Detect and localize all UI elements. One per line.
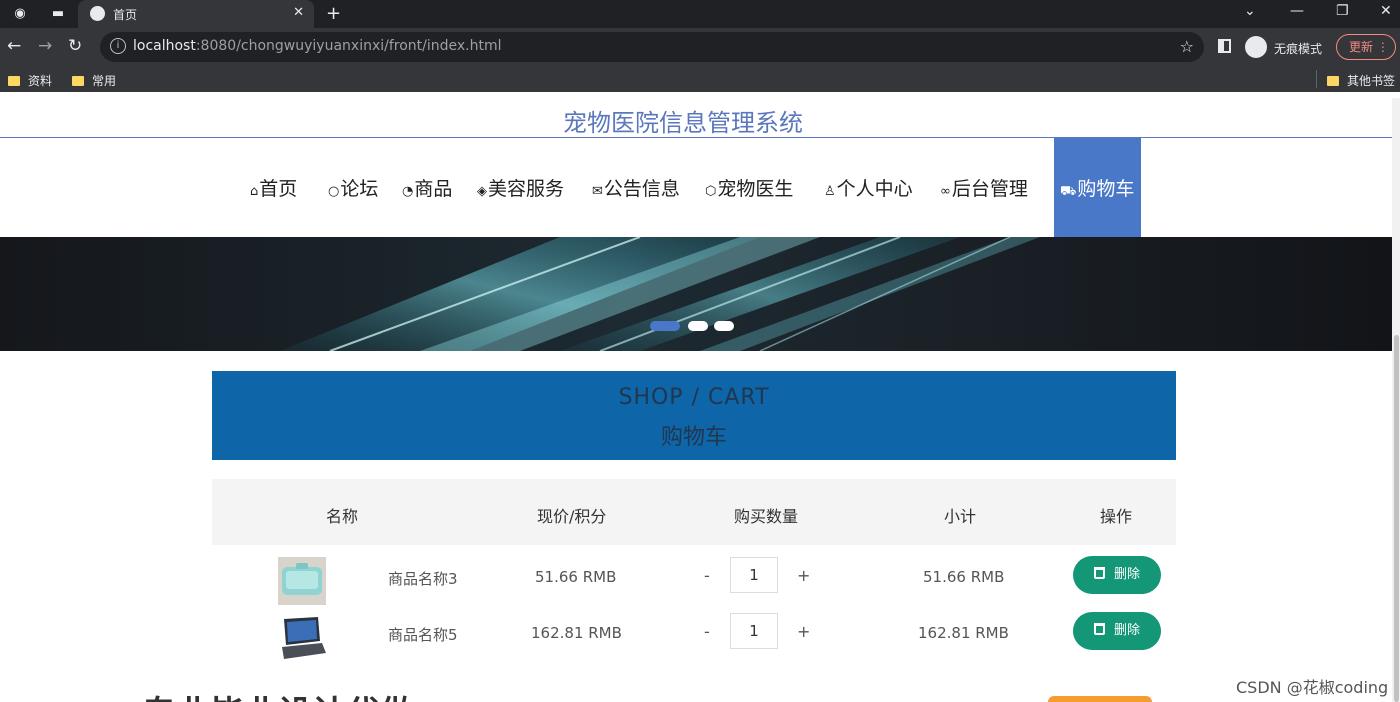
browser-tab-active[interactable]: 首页 ✕ bbox=[78, 0, 314, 28]
column-header: 操作 bbox=[1100, 507, 1133, 526]
carousel-dot[interactable] bbox=[688, 321, 708, 331]
bookmarks-bar: 资料 常用 其他书签 bbox=[0, 66, 1400, 92]
mail-icon: ✉ bbox=[592, 184, 603, 199]
watermark: CSDN @花椒coding bbox=[1236, 678, 1389, 697]
product-price: 162.81 RMB bbox=[531, 624, 622, 642]
carousel-dot[interactable] bbox=[650, 321, 680, 331]
trash-icon bbox=[1093, 623, 1105, 635]
scrollbar-thumb[interactable] bbox=[1394, 335, 1399, 702]
nav-admin[interactable]: ∞后台管理 bbox=[940, 174, 1028, 201]
cart-table-header: 名称 现价/积分 购买数量 小计 操作 bbox=[212, 479, 1176, 545]
delete-button[interactable]: 删除 bbox=[1073, 556, 1161, 594]
nav-notice[interactable]: ✉公告信息 bbox=[592, 174, 680, 201]
side-panel-icon[interactable] bbox=[1218, 39, 1231, 53]
doctor-icon: ⬡ bbox=[705, 184, 717, 199]
tab-title: 首页 bbox=[113, 8, 138, 22]
product-name[interactable]: 商品名称5 bbox=[388, 624, 458, 645]
qty-input[interactable]: 1 bbox=[730, 613, 778, 649]
bookmark-folder[interactable]: 资料 bbox=[8, 72, 52, 89]
restore-button[interactable]: ❐ bbox=[1336, 3, 1349, 19]
window-icon[interactable]: ▬ bbox=[50, 6, 66, 22]
product-price: 51.66 RMB bbox=[535, 568, 617, 586]
globe-icon[interactable]: ◉ bbox=[12, 6, 28, 22]
forum-icon: ○ bbox=[328, 184, 340, 199]
browser-tab-bar: ◉ ▬ 首页 ✕ + ⌄ — ❐ ✕ bbox=[0, 0, 1400, 28]
column-header: 小计 bbox=[944, 507, 977, 526]
address-bar[interactable]: i localhost:8080/chongwuyiyuanxinxi/fron… bbox=[100, 32, 1204, 62]
product-thumbnail[interactable] bbox=[278, 613, 326, 661]
bookmark-separator bbox=[1316, 70, 1317, 88]
cart-header-en: SHOP / CART bbox=[618, 385, 770, 410]
cart-icon: ⛟ bbox=[1060, 184, 1077, 199]
column-header: 购买数量 bbox=[734, 507, 799, 526]
globe-icon bbox=[90, 6, 105, 21]
bookmark-star-icon[interactable]: ☆ bbox=[1180, 37, 1194, 56]
new-tab-button[interactable]: + bbox=[326, 3, 341, 24]
qty-input[interactable]: 1 bbox=[730, 557, 778, 593]
update-button[interactable]: 更新 ⋮ bbox=[1336, 34, 1396, 60]
cart-header-cn: 购物车 bbox=[660, 425, 727, 450]
nav-cart[interactable]: ⛟购物车 bbox=[1054, 138, 1141, 237]
nav-forum[interactable]: ○论坛 bbox=[328, 174, 378, 201]
qty-increase-button[interactable]: + bbox=[797, 622, 810, 641]
nav-cart-label: ⛟购物车 bbox=[1060, 178, 1135, 200]
url-text[interactable]: localhost:8080/chongwuyiyuanxinxi/front/… bbox=[133, 38, 502, 54]
reload-button[interactable]: ↻ bbox=[68, 36, 82, 56]
cart-row: 商品名称3 51.66 RMB - 1 + 51.66 RMB 删除 bbox=[212, 552, 1176, 608]
nav-home[interactable]: ⌂首页 bbox=[250, 174, 297, 201]
other-bookmarks[interactable]: 其他书签 bbox=[1327, 72, 1395, 89]
link-icon: ∞ bbox=[940, 184, 951, 199]
folder-icon bbox=[72, 76, 84, 86]
column-header: 名称 bbox=[326, 507, 359, 526]
minimize-button[interactable]: — bbox=[1290, 3, 1304, 19]
incognito-icon[interactable] bbox=[1245, 36, 1267, 58]
nav-doctor[interactable]: ⬡宠物医生 bbox=[705, 174, 793, 201]
cart-row: 商品名称5 162.81 RMB - 1 + 162.81 RMB 删除 bbox=[212, 608, 1176, 664]
site-title: 宠物医院信息管理系统 bbox=[563, 109, 803, 137]
column-header: 现价/积分 bbox=[537, 507, 607, 526]
nav-beauty[interactable]: ◈美容服务 bbox=[477, 174, 564, 201]
cart-header: SHOP / CART 购物车 bbox=[212, 371, 1176, 460]
folder-icon bbox=[1327, 76, 1339, 86]
banner-carousel[interactable] bbox=[0, 237, 1392, 351]
footer-promo-text: 专业毕业设计代做 bbox=[142, 686, 414, 702]
beauty-icon: ◈ bbox=[477, 184, 487, 199]
home-icon: ⌂ bbox=[250, 184, 259, 199]
qty-decrease-button[interactable]: - bbox=[704, 566, 710, 585]
delete-button[interactable]: 删除 bbox=[1073, 612, 1161, 650]
divider bbox=[0, 137, 1392, 138]
browser-toolbar: ← → ↻ i localhost:8080/chongwuyiyuanxinx… bbox=[0, 28, 1400, 66]
banner-image bbox=[0, 237, 1392, 351]
subtotal: 51.66 RMB bbox=[923, 568, 1005, 586]
carousel-dot[interactable] bbox=[714, 321, 734, 331]
footer-badge bbox=[1048, 696, 1152, 702]
bookmark-folder[interactable]: 常用 bbox=[72, 72, 116, 89]
subtotal: 162.81 RMB bbox=[918, 624, 1009, 642]
product-thumbnail[interactable] bbox=[278, 557, 326, 605]
close-window-button[interactable]: ✕ bbox=[1380, 3, 1392, 19]
goods-icon: ◔ bbox=[402, 184, 414, 199]
page-content: 宠物医院信息管理系统 ⌂首页 ○论坛 ◔商品 ◈美容服务 ✉公告信息 ⬡宠物医生… bbox=[0, 98, 1400, 702]
tab-search-icon[interactable]: ⌄ bbox=[1244, 3, 1256, 19]
info-icon[interactable]: i bbox=[110, 38, 126, 54]
qty-increase-button[interactable]: + bbox=[797, 566, 810, 585]
forward-button[interactable]: → bbox=[38, 36, 52, 56]
incognito-label: 无痕模式 bbox=[1274, 42, 1323, 56]
qty-decrease-button[interactable]: - bbox=[704, 622, 710, 641]
back-button[interactable]: ← bbox=[7, 36, 21, 56]
close-icon[interactable]: ✕ bbox=[293, 5, 304, 20]
user-icon: ♙ bbox=[824, 184, 836, 199]
trash-icon bbox=[1093, 567, 1105, 579]
folder-icon bbox=[8, 76, 20, 86]
nav-goods[interactable]: ◔商品 bbox=[402, 174, 452, 201]
product-name[interactable]: 商品名称3 bbox=[388, 568, 458, 589]
nav-personal[interactable]: ♙个人中心 bbox=[824, 174, 913, 201]
